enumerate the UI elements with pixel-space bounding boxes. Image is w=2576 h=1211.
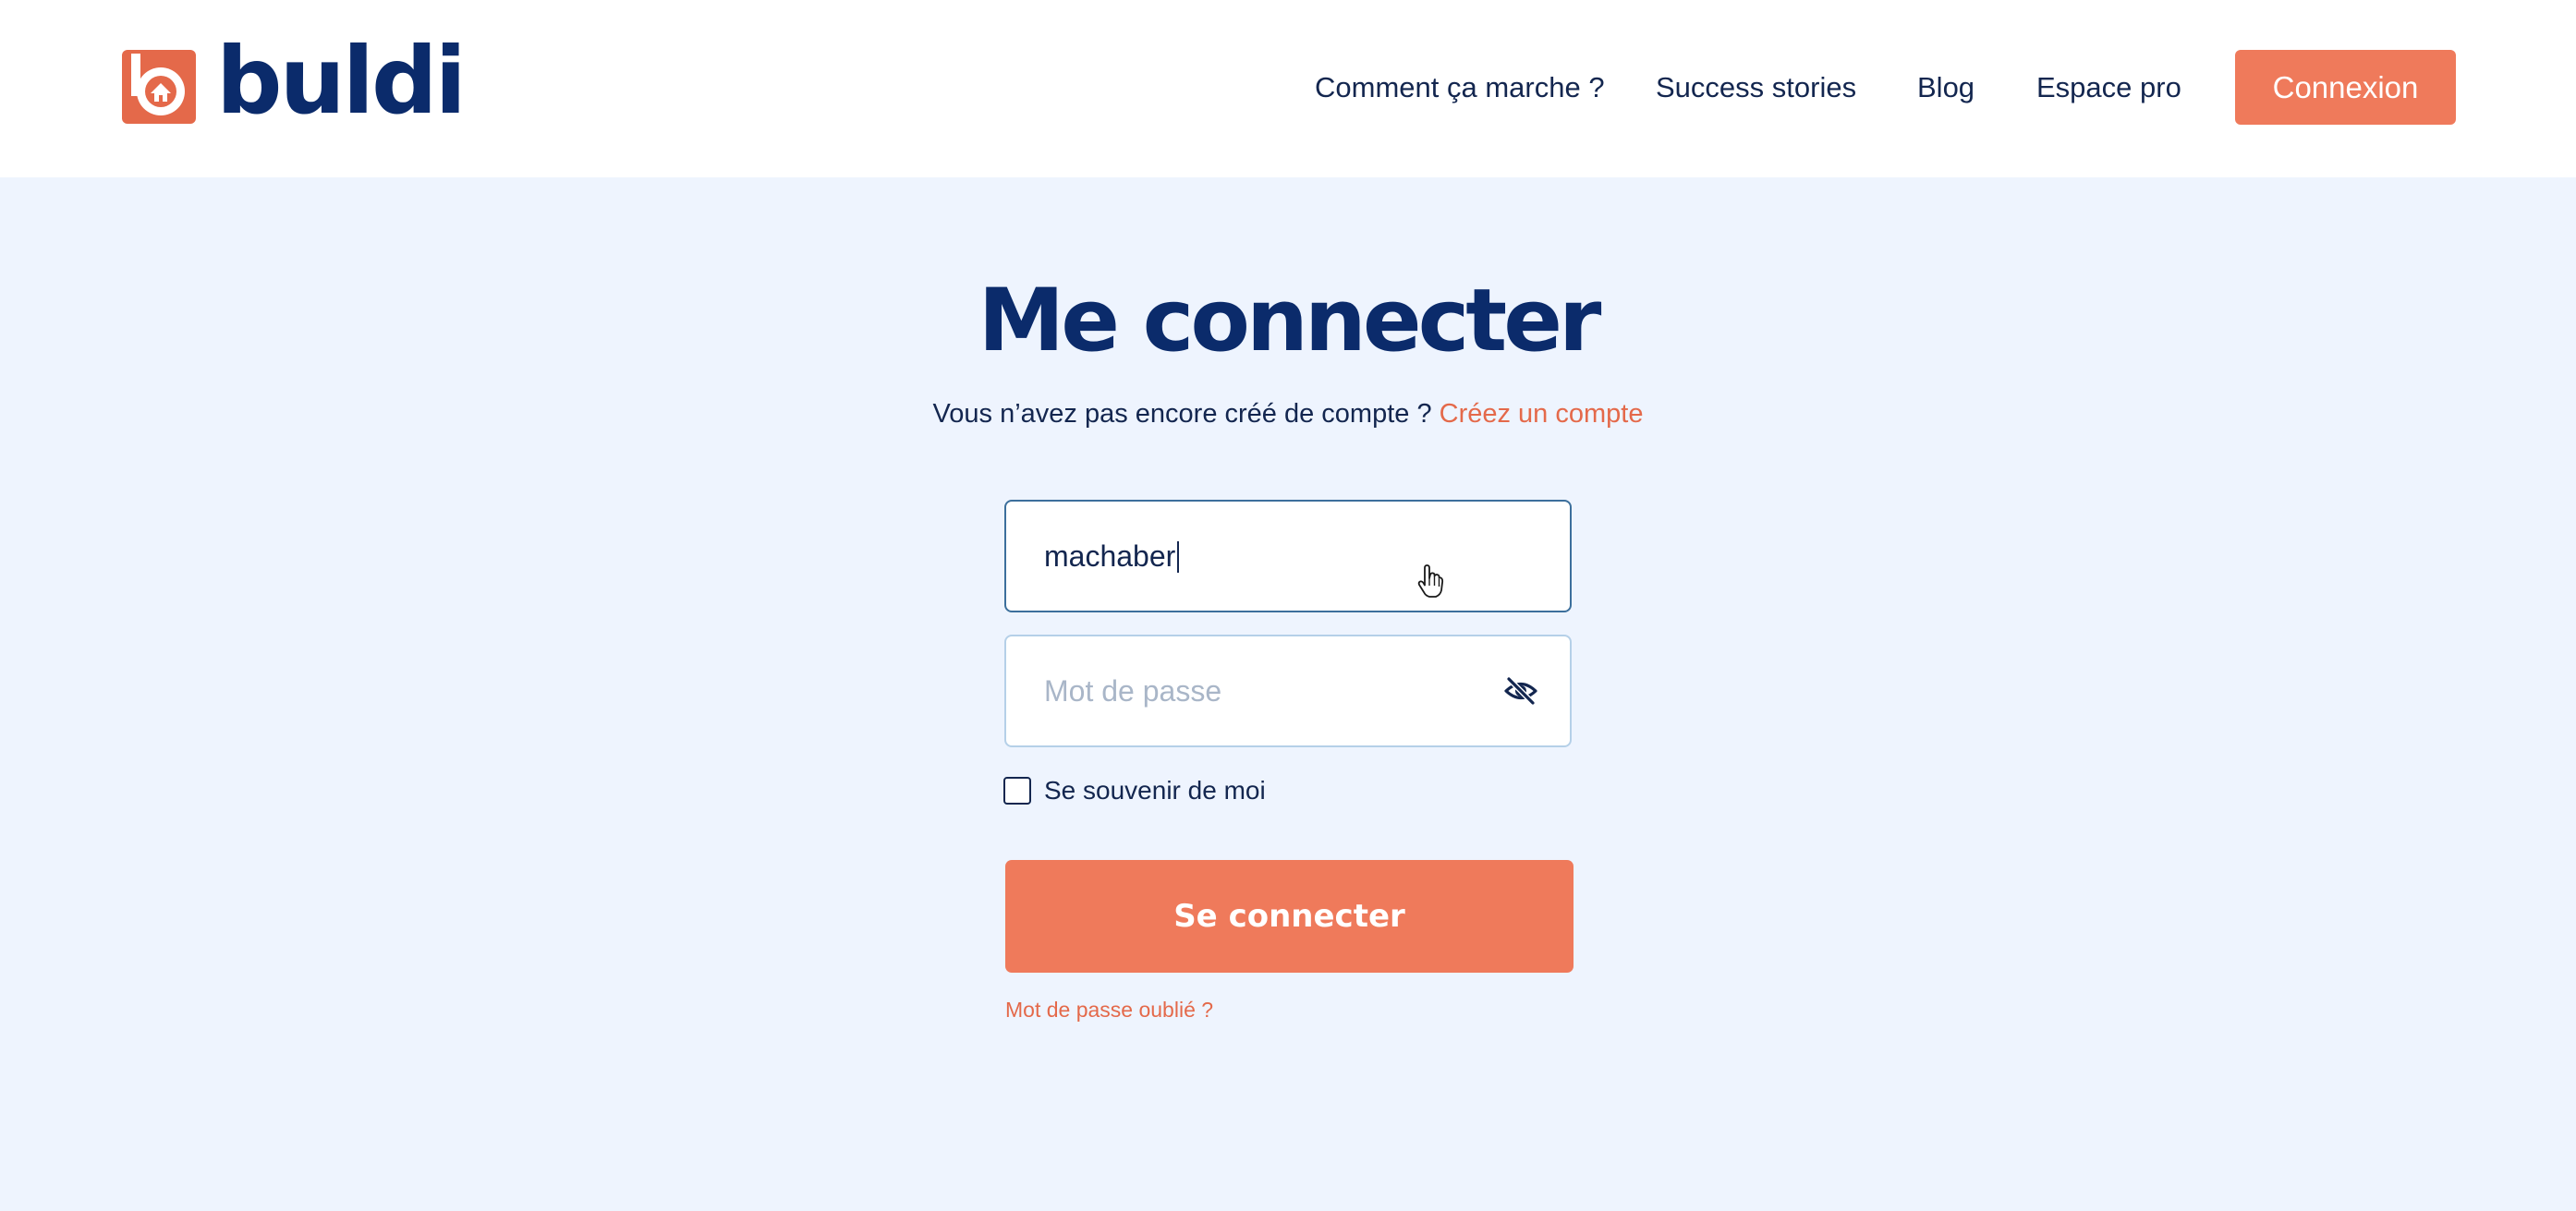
eye-slash-icon[interactable]: [1503, 675, 1538, 707]
text-caret: [1177, 540, 1180, 573]
forgot-password-link[interactable]: Mot de passe oublié ?: [1005, 996, 1213, 1023]
username-input[interactable]: machaber: [1044, 502, 1180, 611]
password-input[interactable]: Mot de passe: [1044, 636, 1221, 745]
username-field[interactable]: machaber: [1004, 500, 1572, 612]
nav-how-it-works[interactable]: Comment ça marche ?: [1315, 50, 1605, 126]
remember-me-checkbox[interactable]: [1003, 777, 1031, 805]
remember-me[interactable]: Se souvenir de moi: [1003, 774, 1266, 807]
login-submit-button[interactable]: Se connecter: [1005, 860, 1574, 973]
remember-me-label: Se souvenir de moi: [1044, 776, 1266, 805]
nav-pro-space[interactable]: Espace pro: [2036, 50, 2181, 126]
signup-prompt: Vous n’avez pas encore créé de compte ? …: [0, 394, 2576, 434]
username-value: machaber: [1044, 539, 1176, 573]
nav-success-stories[interactable]: Success stories: [1656, 50, 1856, 126]
nav-login-button[interactable]: Connexion: [2235, 50, 2456, 125]
create-account-link[interactable]: Créez un compte: [1440, 399, 1644, 429]
site-header: buldi Comment ça marche ? Success storie…: [0, 0, 2576, 177]
password-field[interactable]: Mot de passe: [1004, 635, 1572, 747]
page-title: Me connecter: [978, 271, 1602, 371]
nav-blog[interactable]: Blog: [1917, 50, 1975, 126]
signup-prompt-text: Vous n’avez pas encore créé de compte ?: [932, 399, 1432, 429]
main-nav: Comment ça marche ? Success stories Blog…: [0, 50, 2576, 126]
hand-pointer-icon: [1417, 564, 1444, 598]
